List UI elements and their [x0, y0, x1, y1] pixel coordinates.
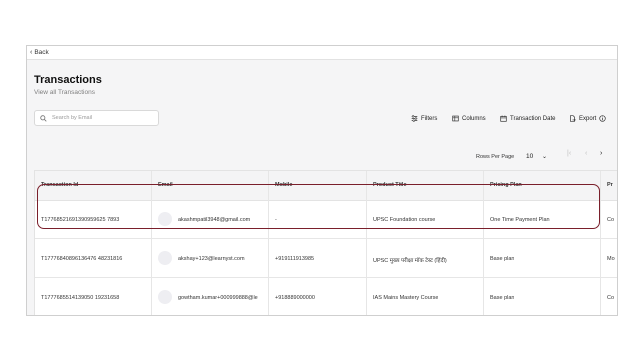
- chevron-down-icon: ⌄: [541, 154, 547, 160]
- search-input[interactable]: Search by Email: [34, 110, 159, 126]
- cell-mobile: +918889000000: [275, 295, 315, 301]
- prev-page-icon[interactable]: ‹: [585, 150, 587, 157]
- header-pricing-plan[interactable]: Pricing Plan: [490, 182, 522, 188]
- app-frame: ‹ Back Transactions View all Transaction…: [26, 45, 618, 316]
- cell-email: gowtham.kumar+000999888@le: [178, 295, 258, 301]
- main-content: Transactions View all Transactions Searc…: [27, 60, 617, 315]
- avatar: [158, 290, 172, 304]
- page-title: Transactions: [34, 74, 102, 86]
- table-header: Transaction Id Email Mobile Product Titl…: [35, 171, 617, 201]
- header-email[interactable]: Email: [158, 182, 173, 188]
- back-link[interactable]: ‹ Back: [27, 46, 617, 60]
- cell-partial: Mo: [607, 256, 615, 262]
- export-file-icon: [570, 115, 576, 122]
- columns-icon: [452, 115, 459, 122]
- header-transaction-id[interactable]: Transaction Id: [41, 182, 78, 188]
- search-icon: [40, 114, 47, 122]
- header-mobile[interactable]: Mobile: [275, 182, 292, 188]
- transaction-date-label: Transaction Date: [510, 115, 556, 122]
- filter-icon: [411, 115, 418, 122]
- rows-per-page-select[interactable]: 10 ⌄: [523, 149, 550, 164]
- cell-email: akashmpatil3948@gmail.com: [178, 217, 251, 223]
- search-placeholder: Search by Email: [52, 115, 93, 121]
- transactions-table: Transaction Id Email Mobile Product Titl…: [34, 170, 617, 315]
- cell-transaction-id: T17776840896136476 48231816: [41, 256, 123, 262]
- cell-email: akshay+123@learnyst.com: [178, 256, 245, 262]
- transaction-date-button[interactable]: Transaction Date: [500, 115, 555, 122]
- columns-label: Columns: [462, 115, 486, 122]
- cell-partial: Co: [607, 217, 615, 223]
- table-row[interactable]: T1777685514139050 19231658 gowtham.kumar…: [35, 279, 617, 315]
- cell-mobile: +919111913985: [275, 256, 315, 262]
- cell-partial: Co: [607, 295, 615, 301]
- cell-product-title: UPSC मुख्य परीक्षा मॉक टेस्ट (हिंदी): [373, 258, 447, 264]
- rows-per-page-value: 10: [526, 153, 534, 160]
- cell-mobile: -: [275, 217, 277, 223]
- rows-per-page-label: Rows Per Page: [476, 154, 515, 160]
- first-page-icon[interactable]: |‹: [567, 150, 571, 157]
- cell-pricing-plan: One Time Payment Plan: [490, 217, 550, 223]
- avatar: [158, 251, 172, 265]
- info-icon: [599, 115, 606, 122]
- calendar-icon: [500, 115, 507, 122]
- columns-button[interactable]: Columns: [452, 115, 486, 122]
- export-label: Export: [579, 115, 597, 122]
- cell-transaction-id: T17768521691390959625 7893: [41, 217, 120, 223]
- cell-product-title: UPSC Foundation course: [373, 217, 436, 223]
- next-page-icon[interactable]: ›: [600, 150, 602, 157]
- cell-pricing-plan: Base plan: [490, 295, 515, 301]
- export-button[interactable]: Export: [569, 115, 606, 122]
- table-row[interactable]: T17776840896136476 48231816 akshay+123@l…: [35, 240, 617, 278]
- avatar: [158, 212, 172, 226]
- filters-button[interactable]: Filters: [411, 115, 437, 122]
- filters-label: Filters: [421, 115, 438, 122]
- table-row[interactable]: T17768521691390959625 7893 akashmpatil39…: [35, 201, 617, 239]
- header-partial[interactable]: Pr: [607, 182, 613, 188]
- chevron-left-icon: ‹: [30, 49, 33, 56]
- page-subtitle: View all Transactions: [34, 89, 95, 96]
- cell-transaction-id: T1777685514139050 19231658: [41, 295, 120, 301]
- cell-product-title: IAS Mains Mastery Course: [373, 295, 439, 301]
- cell-pricing-plan: Base plan: [490, 256, 515, 262]
- back-label: Back: [34, 49, 49, 56]
- header-product-title[interactable]: Product Title: [373, 182, 407, 188]
